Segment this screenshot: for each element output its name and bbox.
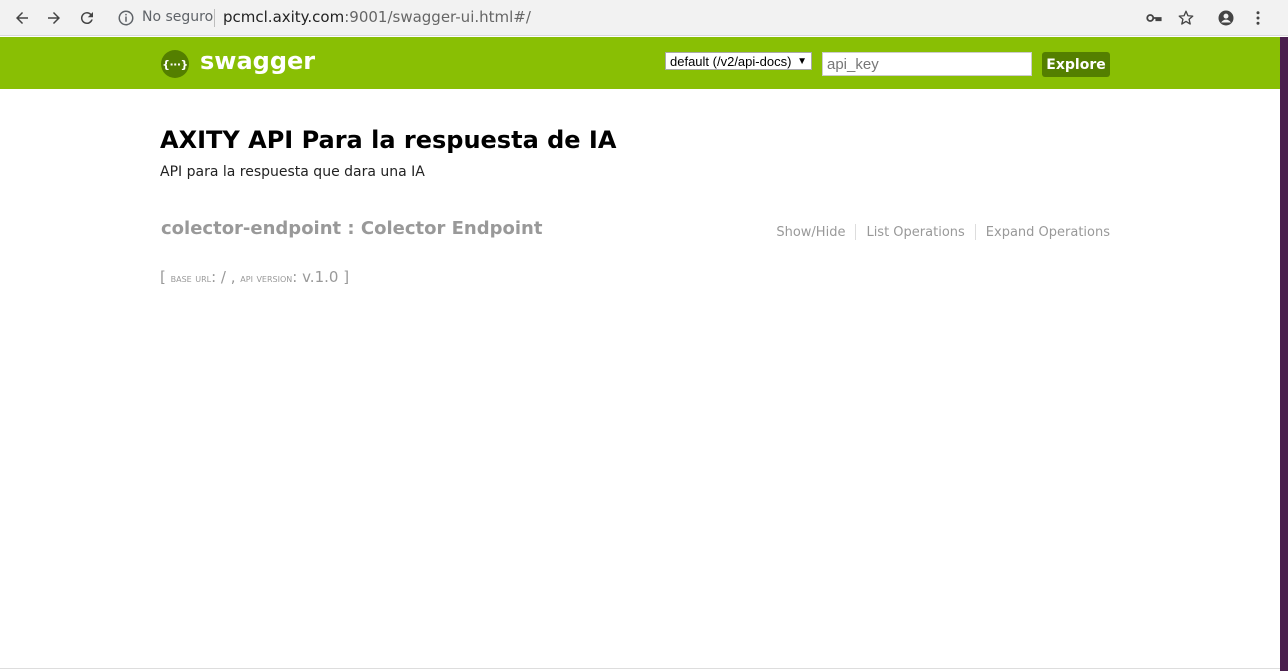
address-bar[interactable]: pcmcl.axity.com:9001/swagger-ui.html#/ [223,8,531,26]
window-edge [1280,37,1288,671]
account-avatar-icon[interactable] [1215,7,1237,29]
spec-select-value: default (/v2/api-docs) [670,53,792,69]
api-version-label: api version [240,272,293,285]
not-secure-label[interactable]: No seguro [142,9,213,25]
explore-button[interactable]: Explore [1042,52,1110,77]
resource-options: Show/Hide List Operations Expand Operati… [766,224,1110,240]
back-arrow-icon[interactable] [10,6,34,30]
show-hide-link[interactable]: Show/Hide [766,225,855,240]
url-separator [214,9,215,27]
base-url-label: base url [170,272,212,285]
star-bookmark-icon[interactable] [1175,7,1197,29]
spec-select[interactable]: default (/v2/api-docs) ▼ [665,52,812,70]
bottom-divider [0,668,1280,669]
dropdown-caret-icon: ▼ [797,55,807,67]
forward-arrow-icon[interactable] [42,6,66,30]
resource-heading-link[interactable]: colector-endpoint : Colector Endpoint [161,218,542,239]
swagger-logo-text[interactable]: swagger [200,47,315,75]
api-key-input[interactable] [822,52,1032,76]
more-vert-icon[interactable] [1247,7,1269,29]
url-host: pcmcl.axity.com [223,8,345,26]
list-operations-link[interactable]: List Operations [856,225,974,240]
api-footer-info: [ base url: / , api version: v.1.0 ] [160,268,350,286]
info-icon[interactable] [117,9,135,27]
api-version-value: v.1.0 [302,268,339,286]
base-url-value: / [220,268,226,286]
swagger-header: {···} swagger default (/v2/api-docs) ▼ E… [0,37,1280,89]
api-title: AXITY API Para la respuesta de IA [160,126,617,154]
url-path: :9001/swagger-ui.html#/ [344,8,531,26]
browser-toolbar: No seguro pcmcl.axity.com:9001/swagger-u… [0,0,1288,36]
api-description: API para la respuesta que dara una IA [160,164,425,180]
expand-operations-link[interactable]: Expand Operations [976,225,1110,240]
reload-icon[interactable] [75,6,99,30]
key-icon[interactable] [1143,7,1165,29]
swagger-logo-icon[interactable]: {···} [161,50,189,78]
